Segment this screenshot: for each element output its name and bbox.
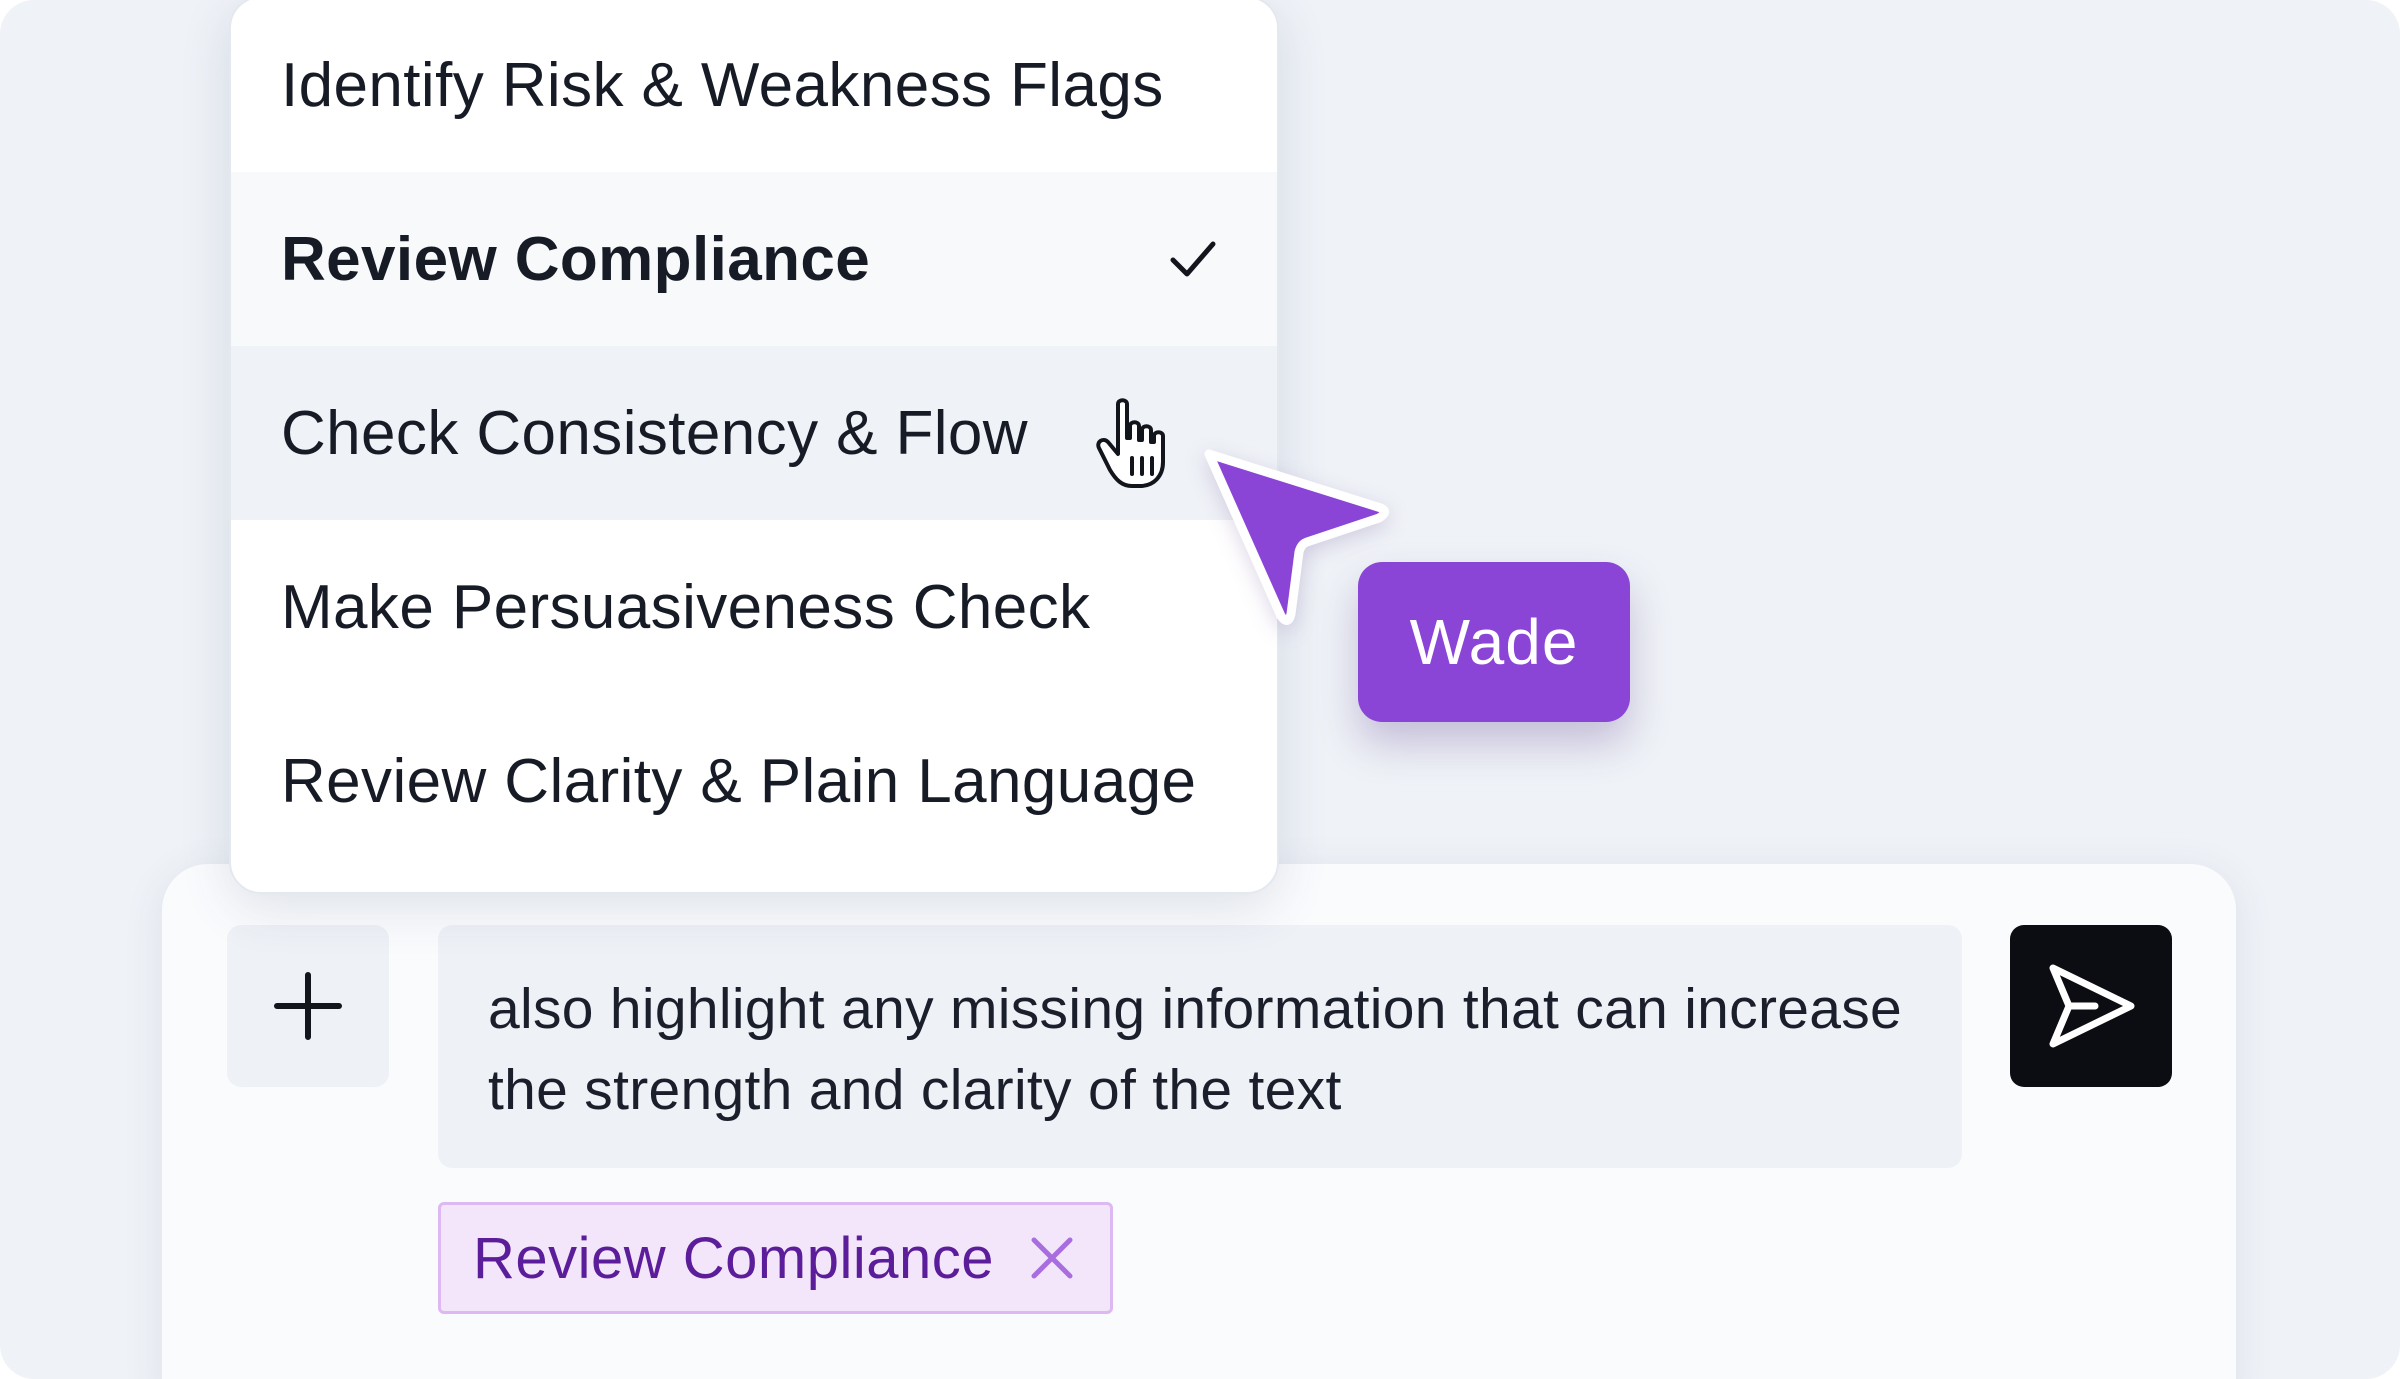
menu-item-label: Identify Risk & Weakness Flags bbox=[281, 50, 1164, 120]
tag-label: Review Compliance bbox=[473, 1225, 995, 1291]
menu-item-review-clarity[interactable]: Review Clarity & Plain Language bbox=[231, 694, 1277, 868]
attach-button[interactable] bbox=[227, 925, 389, 1087]
menu-item-label: Review Clarity & Plain Language bbox=[281, 746, 1197, 816]
menu-item-persuasiveness[interactable]: Make Persuasiveness Check bbox=[231, 520, 1277, 694]
menu-item-label: Review Compliance bbox=[281, 224, 871, 294]
canvas: also highlight any missing information t… bbox=[0, 0, 2400, 1379]
plus-icon bbox=[274, 972, 342, 1040]
close-icon[interactable] bbox=[1030, 1236, 1074, 1280]
send-icon bbox=[2049, 964, 2135, 1048]
selected-tag-chip: Review Compliance bbox=[438, 1202, 1114, 1314]
menu-item-identify-risk[interactable]: Identify Risk & Weakness Flags bbox=[231, 0, 1277, 172]
check-icon bbox=[1170, 241, 1216, 277]
menu-item-label: Check Consistency & Flow bbox=[281, 398, 1028, 468]
chat-composer: also highlight any missing information t… bbox=[162, 864, 2236, 1379]
collaborator-name-label: Wade bbox=[1358, 562, 1630, 722]
send-button[interactable] bbox=[2010, 925, 2172, 1087]
message-input[interactable]: also highlight any missing information t… bbox=[438, 925, 1962, 1168]
menu-item-review-compliance[interactable]: Review Compliance bbox=[231, 172, 1277, 346]
hand-cursor-icon bbox=[1096, 398, 1165, 488]
menu-item-label: Make Persuasiveness Check bbox=[281, 572, 1091, 642]
